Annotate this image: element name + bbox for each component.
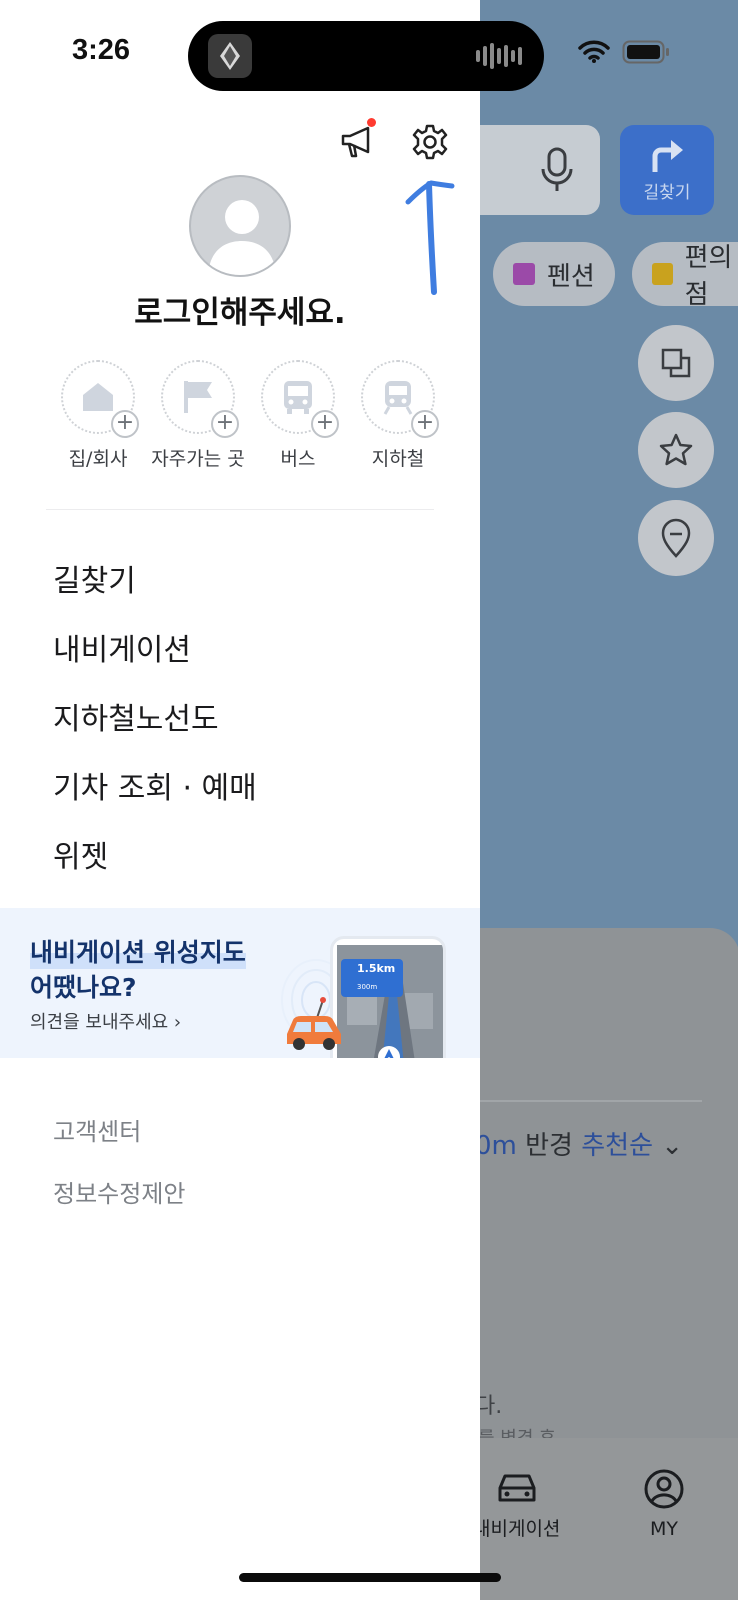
section-divider xyxy=(46,509,434,510)
bottom-sheet xyxy=(440,928,738,1438)
menu-item-train-booking[interactable]: 기차 조회 · 예매 xyxy=(53,750,257,819)
subway-icon xyxy=(383,381,413,415)
store-icon xyxy=(652,263,673,285)
shortcut-bus[interactable]: + 버스 xyxy=(248,360,348,471)
pin-icon xyxy=(661,518,691,558)
mock-distance: 1.5km xyxy=(357,962,396,975)
album-art-icon xyxy=(208,34,252,78)
plus-icon: + xyxy=(211,410,239,438)
status-time: 3:26 xyxy=(72,34,131,66)
home-indicator[interactable] xyxy=(239,1573,501,1582)
banner-title-line2: 어땠나요? xyxy=(30,973,137,1002)
drawer-top-icons xyxy=(338,118,450,162)
shortcut-subway[interactable]: + 지하철 xyxy=(348,360,448,471)
banner-link[interactable]: 의견을 보내주세요 › xyxy=(30,1008,181,1034)
gear-icon xyxy=(412,124,448,160)
layers-button[interactable] xyxy=(638,325,714,401)
avatar[interactable] xyxy=(189,175,291,277)
car-icon xyxy=(498,1474,536,1502)
shortcut-row: + 집/회사 + 자주가는 곳 + 버스 + 지하철 xyxy=(48,360,448,471)
microphone-icon[interactable] xyxy=(540,145,574,195)
audio-waveform-icon xyxy=(476,43,522,69)
menu-item-subway-map[interactable]: 지하철노선도 xyxy=(53,681,257,750)
settings-button[interactable] xyxy=(410,122,450,162)
route-button-label: 길찾기 xyxy=(643,182,691,203)
feedback-banner[interactable]: 내비게이션 위성지도 어땠나요? 의견을 보내주세요 › 1.5km 300m xyxy=(0,908,480,1058)
megaphone-icon xyxy=(341,126,370,158)
plus-icon: + xyxy=(111,410,139,438)
footer-links: 고객센터 정보수정제안 xyxy=(53,1098,185,1222)
radius-filter[interactable]: 0m 반경 추천순 ⌄ xyxy=(475,1125,683,1162)
sort-label: 추천순 xyxy=(581,1131,654,1161)
dynamic-island xyxy=(188,21,544,91)
shortcut-home[interactable]: + 집/회사 xyxy=(48,360,148,471)
tab-my[interactable]: MY xyxy=(643,1468,685,1540)
plus-icon: + xyxy=(411,410,439,438)
battery-icon xyxy=(622,40,669,64)
tab-my-label: MY xyxy=(650,1518,678,1540)
phone-mockup-image: 1.5km 300m xyxy=(330,936,446,1058)
chip-convenience[interactable]: 편의점 xyxy=(632,242,738,310)
wifi-icon xyxy=(578,40,610,63)
banner-title-line1: 내비게이션 위성지도 xyxy=(30,933,246,969)
mock-sub-distance: 300m xyxy=(357,983,378,991)
flag-icon xyxy=(184,381,212,413)
shortcut-subway-label: 지하철 xyxy=(371,448,425,470)
layers-icon xyxy=(661,348,691,378)
radius-value: 0m xyxy=(475,1131,517,1161)
chip-pension[interactable]: 펜션 xyxy=(493,242,615,306)
profile-icon xyxy=(644,1469,684,1509)
location-button[interactable] xyxy=(638,500,714,576)
favorites-button[interactable] xyxy=(638,412,714,488)
annotation-arrow xyxy=(405,180,455,295)
chip-convenience-label: 편의점 xyxy=(684,243,733,310)
announcement-button[interactable] xyxy=(338,118,378,162)
turn-right-arrow-icon xyxy=(652,139,683,172)
menu-item-directions[interactable]: 길찾기 xyxy=(53,543,257,612)
chevron-down-icon: ⌄ xyxy=(661,1131,684,1161)
bed-icon xyxy=(513,263,535,285)
bus-icon xyxy=(284,381,312,414)
chip-pension-label: 펜션 xyxy=(547,261,595,292)
shortcut-bus-label: 버스 xyxy=(280,448,316,470)
tab-navigation[interactable]: 내비게이션 xyxy=(473,1468,560,1541)
radius-word: 반경 xyxy=(525,1131,573,1161)
shortcut-frequent-label: 자주가는 곳 xyxy=(151,448,245,470)
default-avatar-icon xyxy=(208,200,276,275)
notification-dot xyxy=(367,118,376,127)
plus-icon: + xyxy=(311,410,339,438)
shortcut-frequent[interactable]: + 자주가는 곳 xyxy=(148,360,248,471)
star-icon xyxy=(659,433,693,466)
drawer-menu: 길찾기 내비게이션 지하철노선도 기차 조회 · 예매 위젯 xyxy=(53,543,257,888)
tab-navigation-label: 내비게이션 xyxy=(473,1518,561,1540)
car-illustration xyxy=(287,997,341,1050)
route-button[interactable]: 길찾기 xyxy=(620,125,714,215)
home-icon xyxy=(83,383,113,411)
suggest-edit-link[interactable]: 정보수정제안 xyxy=(53,1160,185,1222)
customer-center-link[interactable]: 고객센터 xyxy=(53,1098,185,1160)
menu-item-widget[interactable]: 위젯 xyxy=(53,819,257,888)
shortcut-home-label: 집/회사 xyxy=(68,448,128,470)
menu-item-navigation[interactable]: 내비게이션 xyxy=(53,612,257,681)
